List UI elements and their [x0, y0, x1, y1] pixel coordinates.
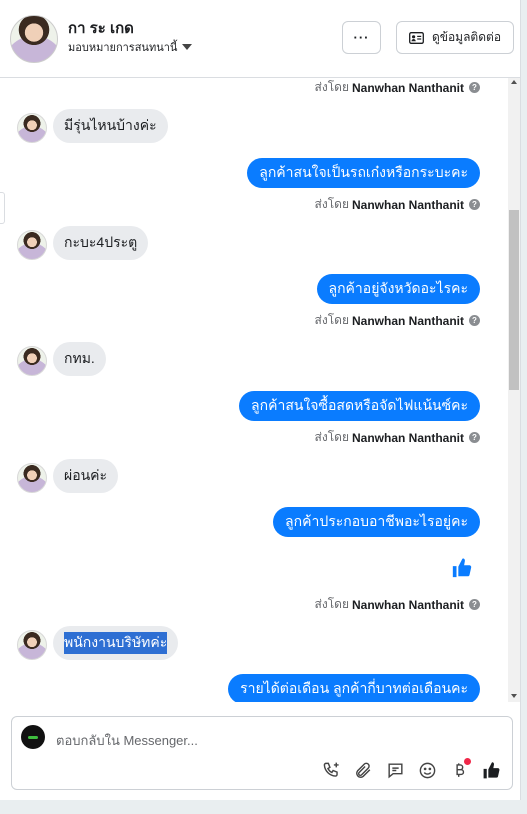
composer-toolbar	[321, 758, 502, 781]
view-contact-info-label: ดูข้อมูลติดต่อ	[431, 30, 502, 44]
call-add-icon[interactable]	[321, 760, 342, 781]
sent-by-label: ส่งโดย Nanwhan Nanthanit ?	[315, 428, 480, 447]
assign-label: มอบหมายการสนทนานี้	[68, 42, 178, 54]
messenger-conversation-panel: กา ระ เกด มอบหมายการสนทนานี้ ··· ดูข้อมู…	[0, 0, 521, 800]
contact-name[interactable]: กา ระ เกด	[68, 16, 134, 40]
contact-message-avatar	[17, 630, 47, 660]
collapse-handle[interactable]	[0, 192, 5, 224]
caret-down-icon	[182, 44, 193, 50]
more-options-button[interactable]: ···	[342, 21, 381, 54]
view-contact-info-button[interactable]: ดูข้อมูลติดต่อ	[396, 21, 514, 54]
notification-dot	[464, 758, 471, 765]
selected-text: พนักงานบริษัทค่ะ	[64, 632, 168, 654]
sent-by-label: ส่งโดย Nanwhan Nanthanit ?	[315, 595, 480, 614]
outgoing-message[interactable]: ลูกค้าอยู่จังหวัดอะไรคะ	[316, 274, 480, 304]
help-icon[interactable]: ?	[469, 82, 480, 93]
contact-message-avatar	[17, 463, 47, 493]
incoming-message[interactable]: มีรุ่นไหนบ้างค่ะ	[53, 109, 168, 143]
sender-name: Nanwhan Nanthanit	[351, 313, 464, 328]
sender-name: Nanwhan Nanthanit	[351, 197, 464, 212]
attachment-icon[interactable]	[353, 760, 374, 781]
help-icon[interactable]: ?	[469, 599, 480, 610]
sender-name: Nanwhan Nanthanit	[351, 597, 464, 612]
page-avatar	[21, 725, 45, 749]
help-icon[interactable]: ?	[469, 315, 480, 326]
incoming-message[interactable]: กะบะ4ประตู	[53, 226, 149, 260]
outgoing-message[interactable]: ลูกค้าสนใจเป็นรถเก๋งหรือกระบะคะ	[247, 158, 480, 188]
scroll-up-arrow[interactable]	[511, 80, 517, 84]
sent-by-label: ส่งโดย Nanwhan Nanthanit ?	[315, 311, 480, 330]
help-icon[interactable]: ?	[469, 199, 480, 210]
incoming-message[interactable]: ผ่อนค่ะ	[53, 459, 119, 493]
more-options-label: ···	[353, 30, 370, 45]
emoji-icon[interactable]	[417, 760, 438, 781]
outgoing-message[interactable]: ลูกค้าประกอบอาชีพอะไรอยู่คะ	[273, 507, 480, 537]
contact-message-avatar	[17, 346, 47, 376]
scroll-down-arrow[interactable]	[511, 694, 517, 698]
contact-message-avatar	[17, 230, 47, 260]
scroll-thumb[interactable]	[509, 210, 519, 390]
assign-conversation-dropdown[interactable]: มอบหมายการสนทนานี้	[68, 38, 193, 56]
sender-name: Nanwhan Nanthanit	[351, 430, 464, 445]
sent-by-label: ส่งโดย Nanwhan Nanthanit ?	[315, 78, 480, 97]
conversation-header: กา ระ เกด มอบหมายการสนทนานี้ ··· ดูข้อมู…	[0, 0, 520, 78]
message-thread[interactable]: ส่งโดย Nanwhan Nanthanit ? มีรุ่นไหนบ้าง…	[0, 78, 508, 702]
thread-scrollbar[interactable]	[508, 78, 520, 702]
reply-composer	[11, 716, 513, 790]
reply-input[interactable]	[56, 731, 476, 749]
incoming-message[interactable]: พนักงานบริษัทค่ะ	[53, 626, 179, 660]
outgoing-message[interactable]: ลูกค้าสนใจซื้อสดหรือจัดไฟแน้นซ์คะ	[239, 391, 480, 421]
payment-icon[interactable]	[449, 758, 471, 781]
sender-name: Nanwhan Nanthanit	[351, 80, 464, 95]
outgoing-message[interactable]: รายได้ต่อเดือน ลูกค้ากี่บาทต่อเดือนคะ	[228, 674, 480, 702]
incoming-message[interactable]: กทม.	[53, 342, 106, 376]
contact-card-icon	[409, 31, 424, 44]
contact-avatar[interactable]	[10, 15, 58, 63]
saved-reply-icon[interactable]	[385, 760, 406, 781]
sent-by-label: ส่งโดย Nanwhan Nanthanit ?	[315, 195, 480, 214]
help-icon[interactable]: ?	[469, 432, 480, 443]
like-icon[interactable]	[481, 760, 502, 781]
thumbs-up-icon[interactable]	[451, 557, 473, 579]
contact-message-avatar	[17, 113, 47, 143]
